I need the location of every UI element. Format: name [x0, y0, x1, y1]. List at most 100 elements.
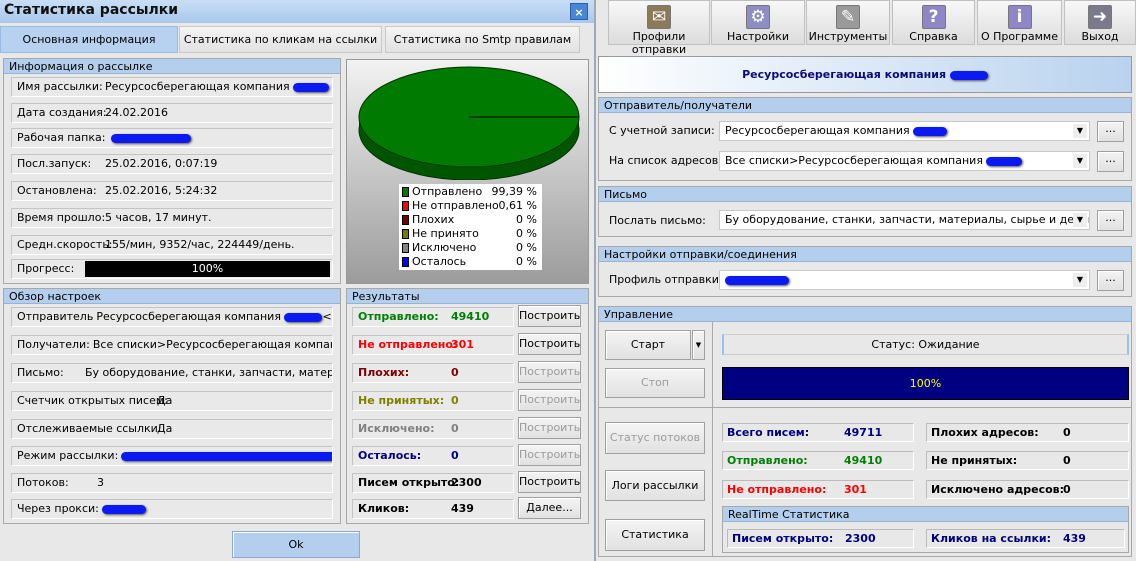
progress-text: 100% [191, 262, 224, 275]
ok-button[interactable]: Ok [232, 531, 360, 558]
toolbar-button[interactable]: ⚙ Настройки [711, 0, 805, 45]
build-chart-button[interactable]: Построить [518, 361, 581, 383]
toolbar-button[interactable]: iО Программе [977, 0, 1062, 45]
info-row: Время прошло:5 часов, 17 минут. [11, 208, 333, 228]
info-value: 5 часов, 17 минут. [105, 211, 212, 224]
tools-icon: ✎ [836, 5, 860, 29]
setting-row: Получатели: Все списки>Ресурсосберегающая… [11, 335, 333, 355]
legend-item: Исключено 0 % [402, 241, 539, 255]
mailing-logs-button[interactable]: Логи рассылки [605, 470, 705, 501]
thread-status-button[interactable]: Статус потоков [605, 422, 705, 454]
legend-item: Отправлено 99,39 % [402, 185, 539, 199]
legend-swatch [402, 229, 409, 239]
legend-swatch [402, 187, 409, 197]
pie-chart [358, 66, 580, 180]
group-header: Управление [599, 307, 1131, 322]
toolbar-button[interactable]: ✎ Инструменты [806, 0, 890, 45]
company-header: Ресурсосберегающая компания [598, 56, 1132, 93]
stat-box: Не принятых: 0 [926, 451, 1129, 470]
stat-box: Всего писем: 49711 [722, 423, 914, 442]
tab-link-clicks[interactable]: Статистика по кликам на ссылки [179, 26, 382, 53]
profile-browse-button[interactable]: ... [1097, 270, 1124, 291]
letter-select[interactable]: Бу оборудование, станки, запчасти, матер… [719, 210, 1090, 230]
account-browse-button[interactable]: ... [1097, 121, 1124, 142]
status-text: Статус: Ожидание [722, 334, 1129, 355]
result-row: Плохих: 0 [352, 363, 514, 383]
address-list-value: Все списки>Ресурсосберегающая компания [725, 154, 983, 167]
info-label: Средн.скорость: [17, 238, 113, 251]
chevron-down-icon: ▼ [1073, 213, 1087, 227]
profile-label: Профиль отправки: [609, 273, 723, 286]
close-button[interactable]: × [570, 3, 588, 20]
setting-value: Все списки>Ресурсосберегающая компания [92, 338, 333, 351]
divider [594, 0, 596, 561]
company-name: Ресурсосберегающая компания [742, 68, 947, 81]
group-header: Обзор настроек [4, 289, 340, 304]
legend-swatch [402, 201, 409, 211]
stop-button[interactable]: Стоп [605, 368, 705, 398]
stat-box: Не отправлено: 301 [722, 480, 914, 499]
info-value: 25.02.2016, 0:07:19 [105, 157, 218, 170]
address-list-label: На список адресов: [609, 154, 722, 167]
setting-label: Отслеживаемые ссылки: [17, 422, 162, 435]
result-row: Писем открыто: 2300 [352, 473, 514, 493]
info-row: Дата создания:24.02.2016 [11, 103, 333, 123]
result-row: Кликов: 439 [352, 499, 514, 519]
info-value: 155/мин, 9352/час, 224449/день. [105, 238, 295, 251]
result-row: Не отправлено: 301 [352, 335, 514, 355]
envelope-folder-icon: ✉ [647, 5, 671, 29]
result-row: Осталось: 0 [352, 446, 514, 466]
progress-text: 100% [909, 377, 942, 390]
progress-bar: 100% [85, 261, 330, 277]
build-chart-button[interactable]: Построить [518, 389, 581, 411]
info-icon: i [1007, 5, 1032, 29]
list-browse-button[interactable]: ... [1097, 151, 1124, 172]
stat-box: Плохих адресов: 0 [926, 423, 1129, 442]
pie-legend: Отправлено 99,39 % Не отправлено 0,61 % Плох… [399, 184, 542, 270]
setting-value: Ресурсосберегающая компания [96, 310, 281, 323]
result-row: Отправлено: 49410 [352, 307, 514, 327]
group-header: RealTime Статистика [723, 507, 1128, 522]
tab-smtp-rules[interactable]: Статистика по Smtp правилам [385, 26, 580, 53]
exit-door-icon: ➜ [1088, 5, 1112, 29]
build-chart-button[interactable]: Построить [518, 333, 581, 355]
info-row: Посл.запуск: 25.02.2016, 0:07:19 [11, 154, 333, 174]
group-header: Отправитель/получатели [599, 98, 1131, 113]
account-select[interactable]: Ресурсосберегающая компания ▼ [719, 121, 1090, 141]
toolbar-button[interactable]: ✉ Профили отправки [608, 0, 710, 56]
divider [599, 407, 1131, 408]
build-chart-button[interactable]: Построить [518, 471, 581, 493]
build-chart-button[interactable]: Построить [518, 444, 581, 466]
info-label: Рабочая папка: [17, 131, 106, 144]
setting-row: Отслеживаемые ссылки:Да [11, 419, 333, 439]
chevron-down-icon: ▼ [1073, 154, 1087, 168]
letter-label: Послать письмо: [609, 214, 706, 227]
start-dropdown-icon[interactable]: ▼ [692, 330, 705, 360]
setting-value: 3 [97, 476, 104, 489]
dialog-title: Статистика рассылки [0, 0, 594, 23]
pie-chart-panel: Отправлено 99,39 % Не отправлено 0,61 % Плох… [346, 59, 589, 284]
account-value: Ресурсосберегающая компания [725, 124, 910, 137]
info-row: Остановлена: 25.02.2016, 5:24:32 [11, 181, 333, 201]
toolbar-button[interactable]: ? Справка [892, 0, 975, 45]
tab-main-info[interactable]: Основная информация [0, 26, 178, 53]
build-chart-button[interactable]: Далее... [518, 497, 581, 519]
setting-row: Потоков: 3 [11, 473, 333, 493]
address-list-select[interactable]: Все списки>Ресурсосберегающая компания ▼ [719, 151, 1090, 171]
letter-value: Бу оборудование, станки, запчасти, матер… [725, 213, 1090, 226]
build-chart-button[interactable]: Построить [518, 417, 581, 439]
info-label: Посл.запуск: [17, 157, 92, 170]
build-chart-button[interactable]: Построить [518, 305, 581, 327]
statistics-button[interactable]: Статистика [605, 519, 705, 551]
start-button[interactable]: Старт [605, 330, 691, 360]
info-value: 25.02.2016, 5:24:32 [105, 184, 218, 197]
info-value: 24.02.2016 [105, 106, 168, 119]
group-header: Письмо [599, 187, 1131, 202]
info-label: Дата создания: [17, 106, 107, 119]
toolbar-button[interactable]: ➜ Выход [1064, 0, 1136, 45]
help-icon: ? [921, 5, 946, 29]
letter-browse-button[interactable]: ... [1097, 210, 1124, 231]
profile-select[interactable]: ▼ [719, 270, 1090, 290]
legend-item: Осталось 0 % [402, 255, 539, 269]
setting-value: Бу оборудование, станки, запчасти, матер… [85, 366, 332, 379]
